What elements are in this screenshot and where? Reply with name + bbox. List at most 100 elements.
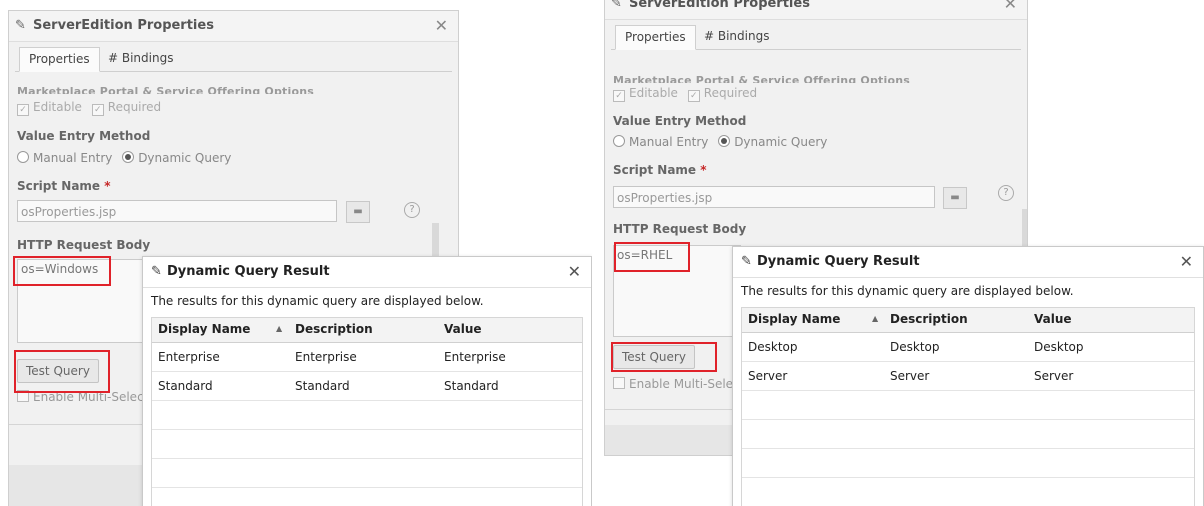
highlight-http-value [614, 242, 690, 272]
script-name-input[interactable]: osProperties.jsp [613, 186, 935, 208]
results-grid: Display Name ▲ Description Value Enterpr… [151, 317, 583, 506]
tab-properties[interactable]: Properties [19, 47, 100, 72]
left-screenshot-panel: ✎ ServerEdition Properties ✕ Properties … [0, 0, 592, 506]
close-icon[interactable]: ✕ [1180, 252, 1193, 271]
table-row[interactable]: Server Server Server [742, 362, 1194, 391]
value-entry-radio-group: Manual Entry Dynamic Query [17, 151, 231, 165]
script-name-label: Script Name * [17, 179, 111, 193]
section-heading-cut: Marketplace Portal & Service Offering Op… [613, 75, 911, 83]
cell-display-name: Desktop [748, 340, 798, 354]
edit-icon: ✎ [611, 0, 622, 11]
value-entry-radio-group: Manual Entry Dynamic Query [613, 135, 827, 149]
radio-manual-entry[interactable] [17, 151, 29, 163]
dynamic-query-result-dialog: ✎ Dynamic Query Result ✕ The results for… [142, 256, 592, 506]
script-name-text: Script Name [613, 163, 697, 177]
checkbox-checked-icon[interactable]: ✓ [613, 90, 625, 102]
empty-row [152, 401, 582, 430]
value-entry-method-label: Value Entry Method [17, 129, 151, 143]
tab-properties[interactable]: Properties [615, 25, 696, 50]
cell-display-name: Enterprise [158, 350, 220, 364]
checkbox-checked-icon[interactable]: ✓ [17, 104, 29, 116]
cell-description: Server [890, 369, 930, 383]
radio-dynamic-query-label: Dynamic Query [138, 151, 232, 165]
empty-row [152, 430, 582, 459]
highlight-test-query [611, 342, 717, 372]
column-header-value[interactable]: Value [1034, 312, 1072, 326]
sort-asc-icon: ▲ [276, 324, 283, 333]
cell-display-name: Server [748, 369, 788, 383]
tab-bindings[interactable]: # Bindings [99, 47, 182, 70]
properties-dialog-title: ServerEdition Properties [629, 0, 810, 11]
script-name-input[interactable]: osProperties.jsp [17, 200, 337, 222]
value-entry-method-label: Value Entry Method [613, 114, 747, 128]
close-icon[interactable]: ✕ [435, 16, 448, 35]
empty-row [152, 459, 582, 488]
browse-icon[interactable]: ▬ [346, 201, 370, 223]
table-row[interactable]: Enterprise Enterprise Enterprise [152, 343, 582, 372]
radio-dynamic-query[interactable] [718, 135, 731, 147]
sort-asc-icon: ▲ [872, 314, 879, 323]
browse-icon[interactable]: ▬ [943, 187, 967, 209]
highlight-test-query [14, 350, 110, 393]
checkbox-unchecked-icon[interactable] [613, 377, 625, 389]
checkbox-checked-icon[interactable]: ✓ [687, 90, 700, 102]
tab-bindings[interactable]: # Bindings [695, 25, 778, 48]
cell-description: Desktop [890, 340, 940, 354]
cell-value: Server [1034, 369, 1074, 383]
grid-header: Display Name ▲ Description Value [152, 318, 582, 343]
column-header-description[interactable]: Description [295, 322, 373, 336]
properties-dialog-titlebar: ✎ ServerEdition Properties ✕ [9, 11, 458, 42]
required-mark: * [700, 163, 707, 177]
properties-tabs: Properties # Bindings [611, 25, 1021, 50]
http-request-body-label: HTTP Request Body [613, 222, 747, 236]
cell-description: Standard [295, 379, 350, 393]
column-header-display-name[interactable]: Display Name [748, 312, 840, 326]
dynamic-query-result-dialog: ✎ Dynamic Query Result ✕ The results for… [732, 246, 1204, 506]
highlight-http-value [13, 256, 111, 286]
checkbox-row: ✓ Editable ✓ Required [613, 86, 757, 102]
dynamic-query-title: Dynamic Query Result [757, 254, 920, 269]
properties-tabs: Properties # Bindings [15, 47, 452, 72]
dynamic-query-title: Dynamic Query Result [167, 264, 330, 279]
cell-value: Standard [444, 379, 499, 393]
radio-dynamic-query-label: Dynamic Query [734, 135, 828, 149]
column-header-value[interactable]: Value [444, 322, 482, 336]
empty-row [742, 478, 1194, 506]
properties-dialog-titlebar: ✎ ServerEdition Properties ✕ [605, 0, 1027, 20]
empty-row [742, 449, 1194, 478]
radio-manual-entry-label: Manual Entry [33, 151, 113, 165]
dynamic-query-description: The results for this dynamic query are d… [741, 284, 1074, 298]
edit-icon: ✎ [15, 18, 26, 33]
help-icon[interactable]: ? [404, 202, 420, 218]
checkbox-editable-label: Editable [33, 100, 82, 114]
radio-manual-entry-label: Manual Entry [629, 135, 709, 149]
help-icon[interactable]: ? [998, 185, 1014, 201]
checkbox-editable-label: Editable [629, 86, 678, 100]
table-row[interactable]: Desktop Desktop Desktop [742, 333, 1194, 362]
checkbox-required-label: Required [703, 86, 758, 100]
script-name-text: Script Name [17, 179, 101, 193]
http-request-body-label: HTTP Request Body [17, 238, 151, 252]
dynamic-query-titlebar: ✎ Dynamic Query Result ✕ [733, 247, 1203, 278]
close-icon[interactable]: ✕ [568, 262, 581, 281]
cell-value: Enterprise [444, 350, 506, 364]
cell-description: Enterprise [295, 350, 357, 364]
right-screenshot-panel: ✎ ServerEdition Properties ✕ Properties … [596, 0, 1204, 506]
column-header-display-name[interactable]: Display Name [158, 322, 250, 336]
checkbox-required-label: Required [107, 100, 162, 114]
empty-row [742, 420, 1194, 449]
results-grid: Display Name ▲ Description Value Desktop… [741, 307, 1195, 506]
grid-header: Display Name ▲ Description Value [742, 308, 1194, 333]
cell-display-name: Standard [158, 379, 213, 393]
dynamic-query-titlebar: ✎ Dynamic Query Result ✕ [143, 257, 591, 288]
column-header-description[interactable]: Description [890, 312, 968, 326]
close-icon[interactable]: ✕ [1004, 0, 1017, 13]
checkbox-checked-icon[interactable]: ✓ [91, 104, 104, 116]
required-mark: * [104, 179, 111, 193]
radio-manual-entry[interactable] [613, 135, 625, 147]
radio-dynamic-query[interactable] [122, 151, 135, 163]
empty-row [742, 391, 1194, 420]
edit-icon: ✎ [151, 264, 162, 279]
cell-value: Desktop [1034, 340, 1084, 354]
table-row[interactable]: Standard Standard Standard [152, 372, 582, 401]
